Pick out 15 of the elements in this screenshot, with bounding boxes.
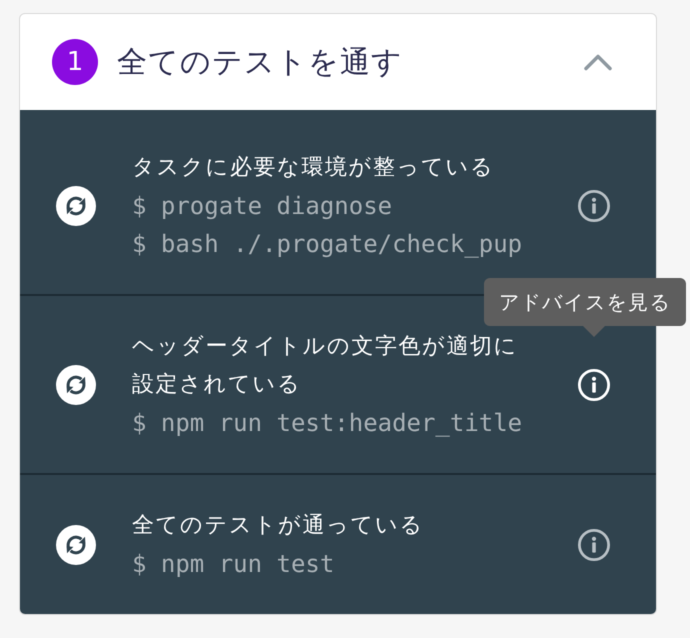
step-number-badge: 1 xyxy=(52,39,98,85)
sync-icon xyxy=(56,365,96,405)
chevron-up-icon[interactable] xyxy=(583,53,613,71)
command-line: $ npm run test xyxy=(132,549,336,580)
tooltip: アドバイスを見る xyxy=(484,278,686,337)
command-line: $ bash ./.progate/check_pup xyxy=(132,229,524,260)
info-icon[interactable] xyxy=(578,190,610,222)
command-line: $ progate diagnose xyxy=(132,191,394,222)
test-title: 全てのテストが通っている xyxy=(132,512,425,540)
sync-icon xyxy=(56,525,96,565)
info-icon[interactable] xyxy=(578,529,610,561)
step-title: 全てのテストを通す xyxy=(117,44,403,82)
test-title: タスクに必要な環境が整っている xyxy=(132,154,496,182)
sync-icon xyxy=(56,186,96,226)
command-line: $ npm run test:header_title xyxy=(132,408,524,439)
